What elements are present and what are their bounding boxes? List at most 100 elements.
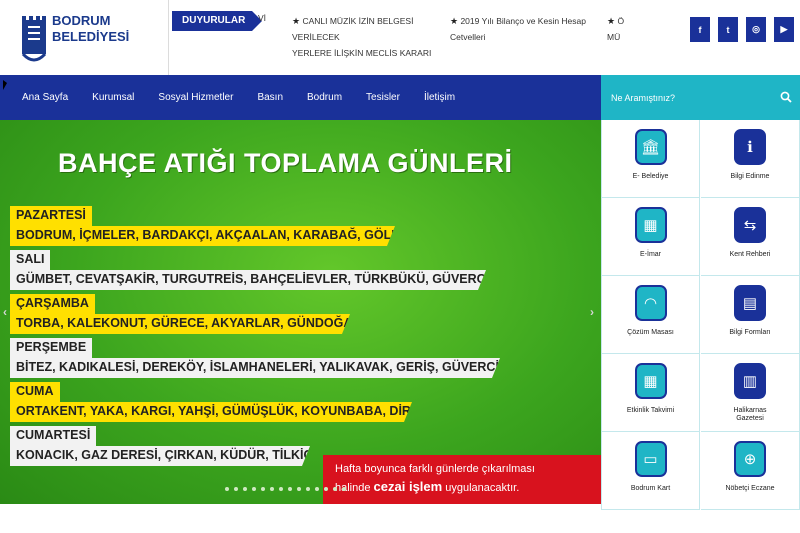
slider-dot[interactable] <box>279 487 283 491</box>
announcement-fragment-next[interactable]: ★ Ö MÜ <box>607 13 627 45</box>
signpost-icon: ⇆ <box>734 207 766 243</box>
document-icon: ▤ <box>734 285 766 321</box>
instagram-icon[interactable]: ◎ <box>746 17 766 42</box>
service-label: Bilgi Edinme <box>730 173 770 180</box>
service-label: Halikarnas Gazetesi <box>733 407 767 422</box>
service-tile[interactable]: ⇆ Kent Rehberi <box>701 198 800 276</box>
announcement-line2: YERLERE İLİŞKİN MECLİS KARARI <box>292 48 432 58</box>
youtube-icon[interactable]: ▶ <box>774 17 794 42</box>
service-tile[interactable]: ⊕ Nöbetçi Eczane <box>701 432 800 510</box>
search-bar <box>601 75 800 120</box>
search-icon[interactable] <box>780 91 792 103</box>
header: BODRUM BELEDİYESİ DUYURULAR Vİ ★ CANLI M… <box>0 0 800 75</box>
schedule-day: SALI GÜMBET, CEVATŞAKİR, TURGUTREİS, BAH… <box>10 250 486 290</box>
nav-item-kurumsal[interactable]: Kurumsal <box>80 92 146 103</box>
slider-dot[interactable] <box>315 487 319 491</box>
search-input[interactable] <box>601 75 800 120</box>
announcement-item[interactable]: ★ CANLI MÜZİK İZİN BELGESİ VERİLECEK YER… <box>292 13 442 61</box>
slider-dot[interactable] <box>324 487 328 491</box>
nav-item-tesisler[interactable]: Tesisler <box>354 92 412 103</box>
facebook-icon[interactable]: f <box>690 17 710 42</box>
service-tile[interactable]: ◠ Çözüm Masası <box>601 276 700 354</box>
twitter-icon[interactable]: t <box>718 17 738 42</box>
service-label: Etkinlik Takvimi <box>626 407 675 414</box>
announcement-line2: Cetvelleri <box>450 32 486 42</box>
service-tile[interactable]: ℹ Bilgi Edinme <box>701 120 800 198</box>
slider-dots <box>225 487 346 491</box>
service-label: Çözüm Masası <box>627 329 674 336</box>
municipality-building-icon: 🏛 <box>634 129 667 165</box>
star-icon: ★ <box>607 16 616 26</box>
service-tile[interactable]: 🏛 E- Belediye <box>601 120 700 198</box>
slider-prev-arrow-icon[interactable]: ‹ <box>3 305 7 319</box>
service-tile[interactable]: ▥ Halikarnas Gazetesi <box>701 354 800 432</box>
announcement-line2: MÜ <box>607 32 621 42</box>
slider-next-arrow-icon[interactable]: › <box>590 305 594 319</box>
slider-dot[interactable] <box>261 487 265 491</box>
day-name: SALI <box>10 250 51 270</box>
header-divider <box>168 0 169 75</box>
slider-dot[interactable] <box>252 487 256 491</box>
day-places: BODRUM, İÇMELER, BARDAKÇI, AKÇAALAN, KAR… <box>10 226 395 246</box>
day-places: ORTAKENT, YAKA, KARGI, YAHŞİ, GÜMÜŞLÜK, … <box>10 402 412 422</box>
card-icon: ▭ <box>634 441 667 477</box>
announcement-line1: 2019 Yılı Bilanço ve Kesin Hesap <box>460 16 586 26</box>
service-label: E- Belediye <box>632 173 669 180</box>
banner-title: BAHÇE ATIĞI TOPLAMA GÜNLERİ <box>58 148 513 178</box>
nav-item-bodrum[interactable]: Bodrum <box>295 92 354 103</box>
hero-slider[interactable]: BAHÇE ATIĞI TOPLAMA GÜNLERİ PAZARTESİ BO… <box>0 120 601 504</box>
service-tile[interactable]: ▤ Bilgi Formları <box>701 276 800 354</box>
nav-item-sosyal-hizmetler[interactable]: Sosyal Hizmetler <box>146 92 245 103</box>
map-icon: ▦ <box>634 207 667 243</box>
day-places: BİTEZ, KADIKALESİ, DEREKÖY, İSLAMHANELER… <box>10 358 500 378</box>
nav-item-ana-sayfa[interactable]: Ana Sayfa <box>0 92 80 103</box>
day-places: KONACIK, GAZ DERESİ, ÇIRKAN, KÜDÜR, TİLK… <box>10 446 310 466</box>
announcement-fragment-prev[interactable]: Vİ <box>258 13 266 23</box>
slider-dot[interactable] <box>342 487 346 491</box>
social-links: f t ◎ ▶ <box>690 17 794 42</box>
day-name: PERŞEMBE <box>10 338 93 358</box>
service-label: Nöbetçi Eczane <box>725 485 775 492</box>
day-name: ÇARŞAMBA <box>10 294 95 314</box>
slider-dot[interactable] <box>225 487 229 491</box>
notice-line1: Hafta boyunca farklı günlerde çıkarılmas… <box>335 463 535 475</box>
service-tile[interactable]: ▦ Etkinlik Takvimi <box>601 354 700 432</box>
day-name: PAZARTESİ <box>10 206 92 226</box>
star-icon: ★ <box>292 16 301 26</box>
day-places: TORBA, KALEKONUT, GÜRECE, AKYARLAR, GÜND… <box>10 314 350 334</box>
headset-icon: ◠ <box>634 285 667 321</box>
slider-dot[interactable] <box>297 487 301 491</box>
slider-dot[interactable] <box>288 487 292 491</box>
quick-services-grid: 🏛 E- Belediye ℹ Bilgi Edinme ▦ E-İmar ⇆ Kent Re… <box>601 120 800 510</box>
page: BODRUM BELEDİYESİ DUYURULAR Vİ ★ CANLI M… <box>0 0 800 533</box>
announcements-tag: DUYURULAR <box>172 11 262 31</box>
bodrum-crest-logo <box>21 16 47 62</box>
logo-line2: BELEDİYESİ <box>52 29 130 44</box>
schedule-day: PAZARTESİ BODRUM, İÇMELER, BARDAKÇI, AKÇ… <box>10 206 395 246</box>
service-tile[interactable]: ▦ E-İmar <box>601 198 700 276</box>
logo-text: BODRUM BELEDİYESİ <box>52 13 129 45</box>
slider-dot[interactable] <box>333 487 337 491</box>
service-label: Bilgi Formları <box>729 329 771 336</box>
calendar-icon: ▦ <box>634 363 667 399</box>
penalty-notice: Hafta boyunca farklı günlerde çıkarılmas… <box>323 455 601 504</box>
service-tile[interactable]: ▭ Bodrum Kart <box>601 432 700 510</box>
slider-dot[interactable] <box>270 487 274 491</box>
schedule-day: CUMARTESİ KONACIK, GAZ DERESİ, ÇIRKAN, K… <box>10 426 310 466</box>
schedule-day: PERŞEMBE BİTEZ, KADIKALESİ, DEREKÖY, İSL… <box>10 338 500 378</box>
day-name: CUMARTESİ <box>10 426 97 446</box>
newspaper-icon: ▥ <box>734 363 766 399</box>
schedule-day: CUMA ORTAKENT, YAKA, KARGI, YAHŞİ, GÜMÜŞ… <box>10 382 412 422</box>
nav-item-iletisim[interactable]: İletişim <box>412 92 467 103</box>
slider-dot[interactable] <box>234 487 238 491</box>
logo[interactable]: BODRUM BELEDİYESİ <box>20 10 129 66</box>
slider-dot[interactable] <box>306 487 310 491</box>
nav-item-basin[interactable]: Basın <box>245 92 295 103</box>
announcement-item[interactable]: ★ 2019 Yılı Bilanço ve Kesin Hesap Cetve… <box>450 13 590 45</box>
notice-line2: halinde cezai işlem uygulanacaktır. <box>335 479 520 494</box>
service-label: Bodrum Kart <box>630 485 671 492</box>
announcement-line1: CANLI MÜZİK İZİN BELGESİ VERİLECEK <box>292 16 414 42</box>
logo-line1: BODRUM <box>52 13 111 28</box>
slider-dot[interactable] <box>243 487 247 491</box>
pharmacy-icon: ⊕ <box>734 441 766 477</box>
